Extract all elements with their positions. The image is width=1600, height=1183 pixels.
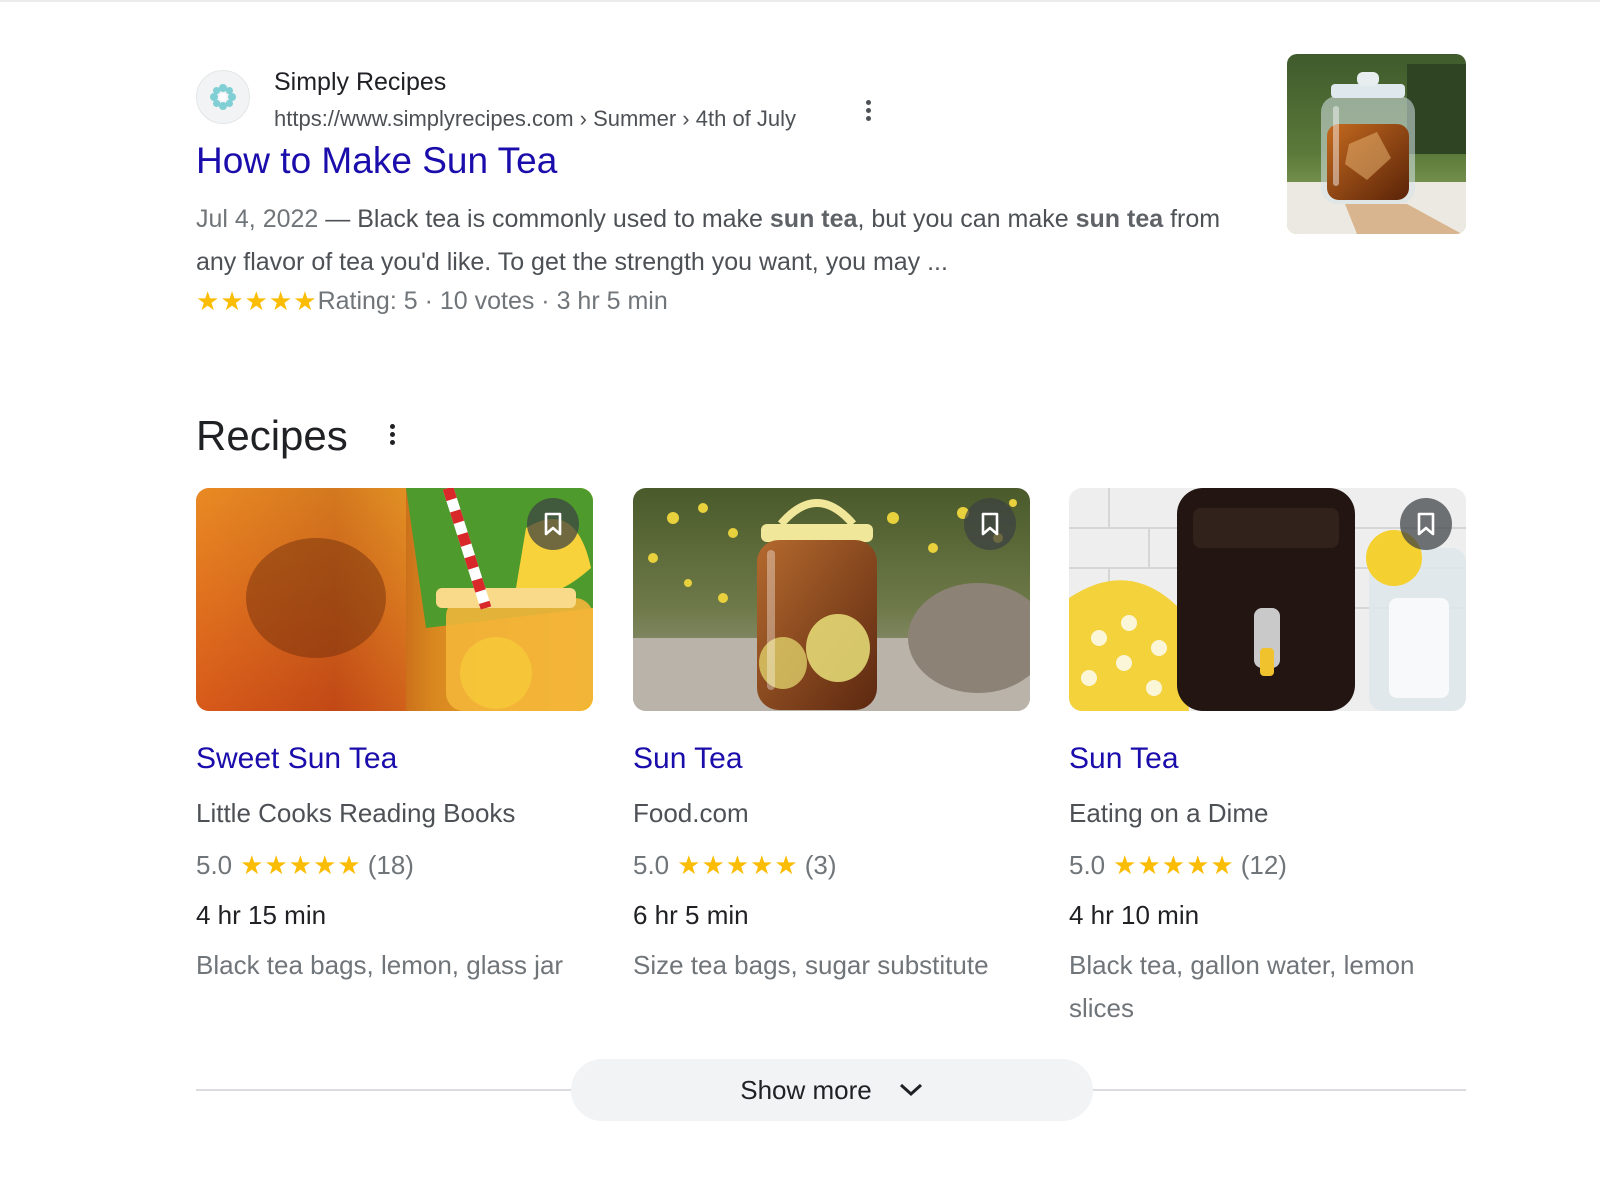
recipe-time: 4 hr 10 min: [1069, 900, 1200, 930]
recipe-source: Little Cooks Reading Books: [196, 798, 516, 828]
rating-stars: ★ ★ ★ ★ ★: [240, 852, 362, 878]
rating-value: 5.0: [1069, 849, 1106, 880]
star-icon: ★: [264, 850, 288, 880]
rating-value: 5.0: [196, 849, 233, 880]
star-icon: ★: [268, 286, 293, 316]
rating-text: Rating: 5 · 10 votes · 3 hr 5 min: [317, 286, 668, 315]
recipe-title-link[interactable]: Sun Tea: [1069, 742, 1179, 776]
snippet-bold: sun tea: [769, 205, 858, 233]
flower-icon: [210, 84, 236, 110]
star-icon: ★: [196, 286, 220, 316]
recipe-time: 6 hr 5 min: [633, 900, 749, 930]
review-count: (12): [1240, 849, 1287, 880]
star-icon: ★: [288, 850, 313, 880]
rating-value: 5.0: [633, 849, 670, 880]
divider: [196, 1089, 576, 1091]
recipe-source: Eating on a Dime: [1069, 798, 1269, 828]
review-count: (3): [804, 849, 837, 880]
recipe-ingredients: Black tea bags, lemon, glass jar: [196, 950, 564, 980]
recipe-rating: 5.0 ★ ★ ★ ★ ★ (12): [1069, 846, 1287, 884]
site-favicon: [196, 70, 250, 124]
result-rating-row: ★ ★ ★ ★ ★ Rating: 5 · 10 votes · 3 hr 5 min: [196, 284, 668, 318]
recipe-card[interactable]: Sun Tea Food.com 5.0 ★ ★ ★ ★ ★ (3) 6 hr 5 mi…: [633, 488, 1030, 1038]
recipe-card[interactable]: Sweet Sun Tea Little Cooks Reading Books…: [196, 488, 593, 1038]
chevron-down-icon: [898, 1082, 924, 1098]
recipe-image[interactable]: [196, 488, 593, 711]
rating-stars: ★ ★ ★ ★ ★: [1113, 852, 1235, 878]
recipe-rating: 5.0 ★ ★ ★ ★ ★ (3): [633, 846, 837, 884]
snippet-dash: —: [318, 205, 358, 233]
recipe-title-link[interactable]: Sweet Sun Tea: [196, 742, 397, 776]
star-icon: ★: [701, 850, 725, 880]
more-options-icon[interactable]: [380, 422, 404, 452]
star-icon: ★: [220, 286, 244, 316]
star-icon: ★: [244, 286, 268, 316]
rating-stars: ★ ★ ★ ★ ★: [677, 852, 799, 878]
star-icon: ★: [774, 850, 798, 880]
recipes-heading: Recipes: [196, 412, 348, 459]
star-icon: ★: [725, 850, 750, 880]
snippet-text: , but you can make: [857, 205, 1076, 233]
site-url: https://www.simplyrecipes.com › Summer ›…: [274, 106, 797, 131]
snippet-text: Black tea is commonly used to make: [357, 205, 770, 233]
save-recipe-button[interactable]: [527, 498, 579, 550]
star-icon: ★: [1161, 850, 1186, 880]
recipe-source: Food.com: [633, 798, 749, 828]
recipes-header: Recipes: [196, 410, 596, 466]
more-options-icon[interactable]: [856, 98, 880, 128]
save-recipe-button[interactable]: [964, 498, 1016, 550]
star-icon: ★: [677, 850, 701, 880]
recipe-time: 4 hr 15 min: [196, 900, 327, 930]
review-count: (18): [367, 849, 414, 880]
site-name: Simply Recipes: [274, 68, 447, 96]
result-thumbnail[interactable]: [1287, 54, 1466, 234]
recipe-card[interactable]: Sun Tea Eating on a Dime 5.0 ★ ★ ★ ★ ★ (12) …: [1069, 488, 1466, 1038]
star-icon: ★: [1113, 850, 1137, 880]
show-more-label: Show more: [740, 1074, 872, 1105]
star-icon: ★: [240, 850, 264, 880]
site-header[interactable]: Simply Recipes https://www.simplyrecipes…: [196, 62, 956, 131]
top-divider: [0, 0, 1600, 2]
star-icon: ★: [293, 286, 317, 316]
recipe-ingredients: Size tea bags, sugar substitute: [633, 950, 989, 980]
star-icon: ★: [750, 850, 774, 880]
rating-stars: ★ ★ ★ ★ ★: [196, 288, 318, 314]
snippet-date: Jul 4, 2022: [196, 205, 319, 233]
star-icon: ★: [1137, 850, 1161, 880]
recipe-image[interactable]: [633, 488, 1030, 711]
show-more-button[interactable]: Show more: [571, 1059, 1093, 1121]
glass-jar-sun-tea-image: [1287, 54, 1466, 234]
snippet-bold: sun tea: [1075, 205, 1164, 233]
result-snippet: Jul 4, 2022 — Black tea is commonly used…: [196, 198, 1236, 284]
recipe-rating: 5.0 ★ ★ ★ ★ ★ (18): [196, 846, 414, 884]
save-recipe-button[interactable]: [1400, 498, 1452, 550]
star-icon: ★: [1210, 850, 1234, 880]
bookmark-icon: [1417, 512, 1435, 536]
divider: [1090, 1089, 1466, 1091]
recipe-ingredients: Black tea, gallon water, lemon slices: [1069, 950, 1415, 1023]
recipe-title-link[interactable]: Sun Tea: [633, 742, 743, 776]
recipe-image[interactable]: [1069, 488, 1466, 711]
star-icon: ★: [313, 850, 337, 880]
bookmark-icon: [981, 512, 999, 536]
star-icon: ★: [337, 850, 361, 880]
star-icon: ★: [1186, 850, 1210, 880]
result-title-link[interactable]: How to Make Sun Tea: [196, 140, 557, 182]
search-result: Simply Recipes https://www.simplyrecipes…: [196, 54, 1466, 334]
bookmark-icon: [544, 512, 562, 536]
